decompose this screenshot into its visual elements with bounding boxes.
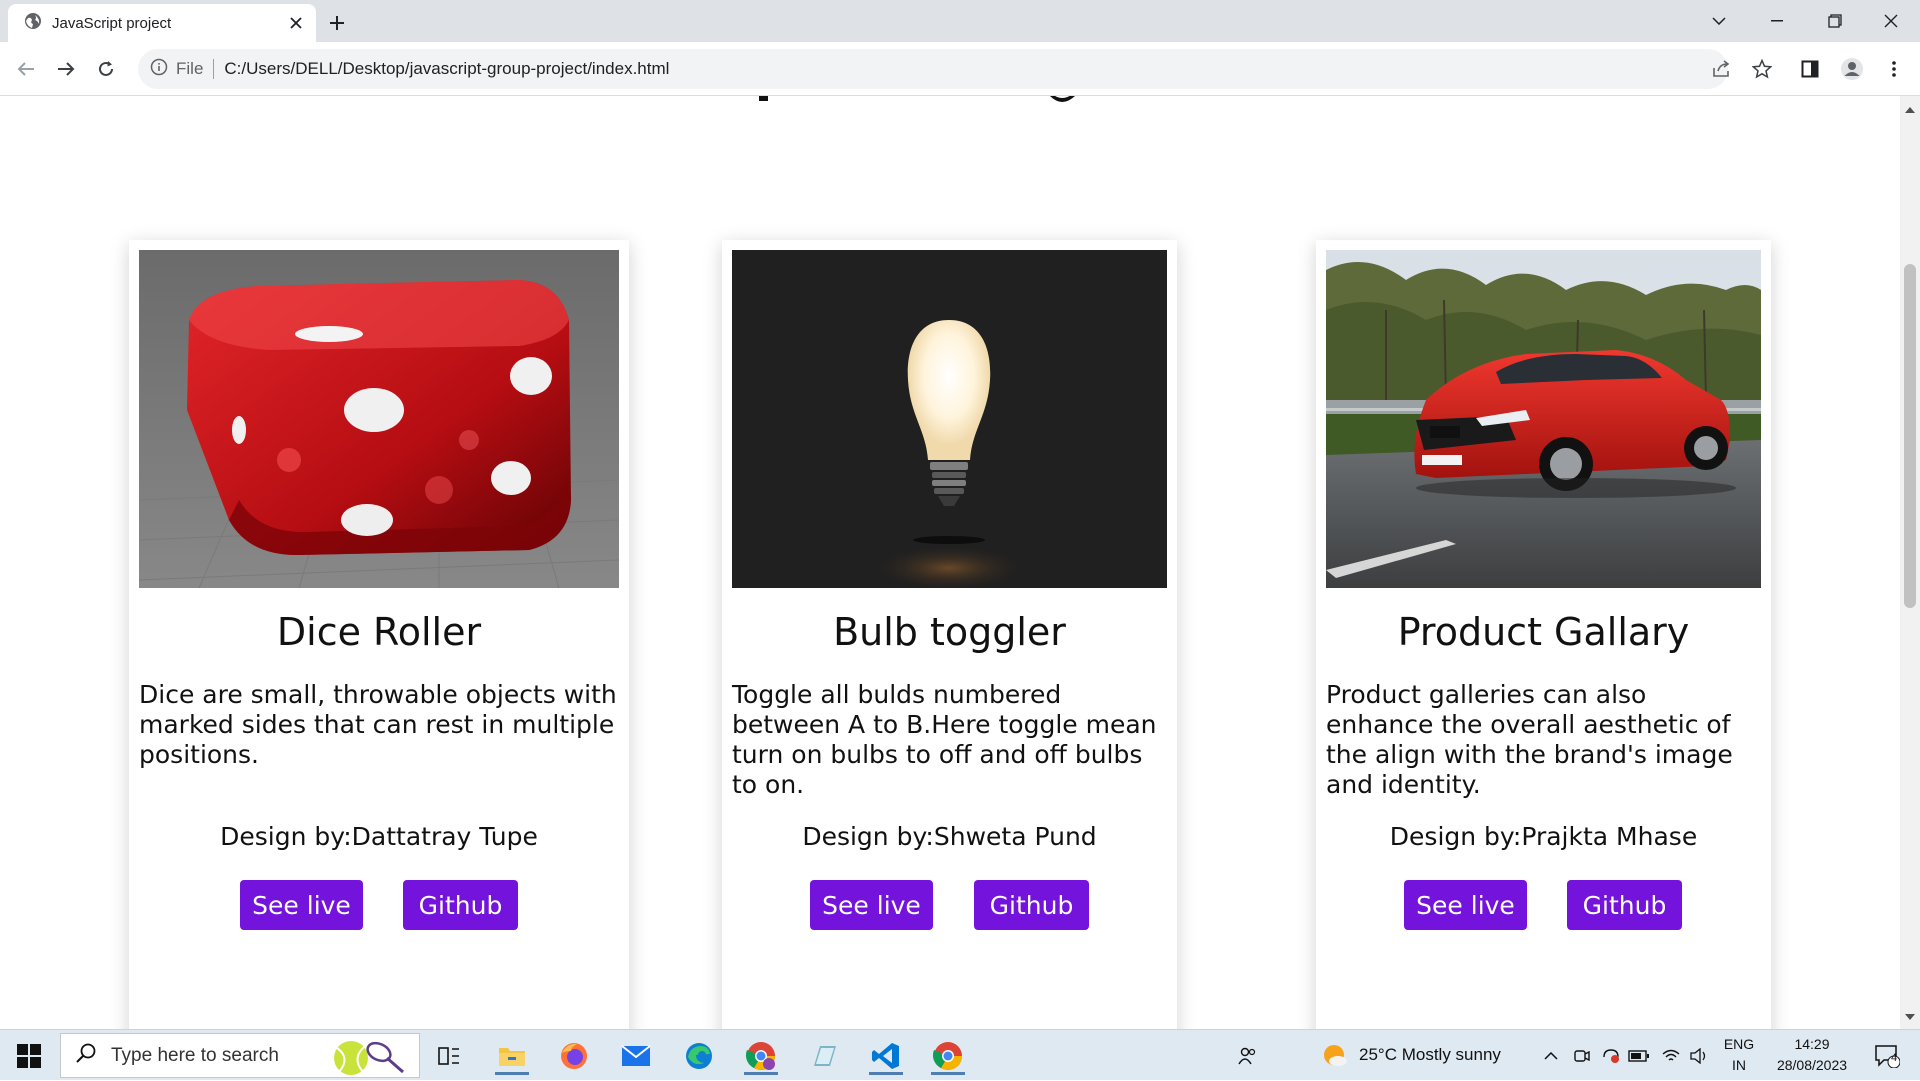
card-title: Product Gallary (1397, 610, 1690, 654)
page-scrollbar[interactable] (1900, 96, 1920, 1029)
active-app-underline (744, 1072, 778, 1075)
close-window-button[interactable] (1862, 0, 1920, 42)
card-title: Dice Roller (276, 610, 482, 654)
globe-icon (24, 12, 42, 35)
browser-tab-strip: JavaScript project (0, 0, 1920, 42)
new-tab-button[interactable] (322, 8, 352, 38)
profile-avatar-icon[interactable] (1836, 53, 1868, 85)
notification-center-icon[interactable]: 4 (1868, 1037, 1906, 1075)
bookmark-star-icon[interactable] (1746, 53, 1778, 85)
see-live-button[interactable]: See live (810, 880, 933, 930)
browser-tab[interactable]: JavaScript project (8, 4, 316, 42)
search-placeholder: Type here to search (111, 1044, 279, 1066)
tab-title: JavaScript project (52, 14, 172, 32)
language-label-1[interactable]: ENG (1716, 1036, 1762, 1052)
tennis-ball-decoration-icon (329, 1036, 407, 1081)
forward-arrow-icon[interactable] (50, 53, 82, 85)
active-app-underline (495, 1072, 529, 1075)
clipped-heading-remnant (0, 96, 1900, 126)
weather-text[interactable]: 25°C Mostly sunny (1359, 1045, 1501, 1065)
page-viewport: Dice Roller Dice are small, throwable ob… (0, 96, 1900, 1029)
restore-button[interactable] (1806, 0, 1864, 42)
see-live-button[interactable]: See live (240, 880, 363, 930)
people-icon[interactable] (1228, 1037, 1266, 1075)
close-tab-icon[interactable] (286, 13, 306, 33)
reload-icon[interactable] (90, 53, 122, 85)
light-bulb-image (732, 250, 1167, 588)
github-button[interactable]: Github (1567, 880, 1682, 930)
scrollbar-thumb[interactable] (1904, 264, 1916, 608)
search-icon (75, 1042, 97, 1069)
tab-search-chevron-icon[interactable] (1690, 0, 1748, 42)
vscode-icon[interactable] (867, 1037, 905, 1075)
back-arrow-icon[interactable] (10, 53, 42, 85)
card-designer: Design by:Prajkta Mhase (1389, 822, 1698, 851)
active-app-underline (931, 1072, 965, 1075)
address-bar[interactable]: File C:/Users/DELL/Desktop/javascript-gr… (138, 49, 1728, 89)
github-button[interactable]: Github (974, 880, 1089, 930)
windows-taskbar: Type here to search 25°C Mostly sunny EN… (0, 1029, 1920, 1080)
card-description: Dice are small, throwable objects with m… (139, 680, 617, 769)
project-card-gallery: Product Gallary Product galleries can al… (1316, 240, 1771, 1029)
browser-toolbar: File C:/Users/DELL/Desktop/javascript-gr… (0, 42, 1920, 96)
red-dice-image (139, 250, 619, 588)
card-designer: Design by:Dattatray Tupe (220, 822, 538, 851)
active-app-underline (869, 1072, 903, 1075)
github-button[interactable]: Github (403, 880, 518, 930)
card-designer: Design by:Shweta Pund (802, 822, 1097, 851)
file-explorer-icon[interactable] (493, 1037, 531, 1075)
card-description: Product galleries can also enhance the o… (1326, 680, 1733, 799)
project-card-dice: Dice Roller Dice are small, throwable ob… (129, 240, 629, 1029)
see-live-button[interactable]: See live (1404, 880, 1527, 930)
side-panel-icon[interactable] (1794, 53, 1826, 85)
notification-count-badge: 4 (1891, 1052, 1898, 1064)
kebab-menu-icon[interactable] (1878, 53, 1910, 85)
clock-date[interactable]: 28/08/2023 (1764, 1057, 1860, 1073)
taskbar-search-box[interactable]: Type here to search (60, 1033, 420, 1078)
notepad-app-icon[interactable] (805, 1037, 843, 1075)
info-icon[interactable] (150, 58, 168, 81)
scroll-up-arrow-icon[interactable] (1905, 100, 1915, 118)
firefox-icon[interactable] (555, 1037, 593, 1075)
task-view-icon[interactable] (430, 1037, 468, 1075)
weather-sun-icon[interactable] (1316, 1037, 1354, 1075)
volume-icon[interactable] (1680, 1037, 1718, 1075)
minimize-button[interactable] (1748, 0, 1806, 42)
card-description: Toggle all bulds numbered between A to B… (732, 680, 1157, 799)
share-icon[interactable] (1706, 53, 1738, 85)
language-label-2[interactable]: IN (1716, 1057, 1762, 1073)
chrome-icon[interactable] (929, 1037, 967, 1075)
card-title: Bulb toggler (833, 610, 1066, 654)
omnibox-separator (213, 59, 215, 79)
windows-start-icon[interactable] (12, 1042, 46, 1070)
scroll-down-arrow-icon[interactable] (1905, 1007, 1915, 1025)
chrome-profile-icon[interactable] (742, 1037, 780, 1075)
red-car-image (1326, 250, 1761, 588)
clock-time[interactable]: 14:29 (1764, 1036, 1860, 1052)
project-card-bulb: Bulb toggler Toggle all bulds numbered b… (722, 240, 1177, 1029)
scheme-label: File (176, 59, 204, 78)
url-text[interactable]: C:/Users/DELL/Desktop/javascript-group-p… (224, 59, 669, 79)
mail-icon[interactable] (617, 1037, 655, 1075)
edge-icon[interactable] (680, 1037, 718, 1075)
